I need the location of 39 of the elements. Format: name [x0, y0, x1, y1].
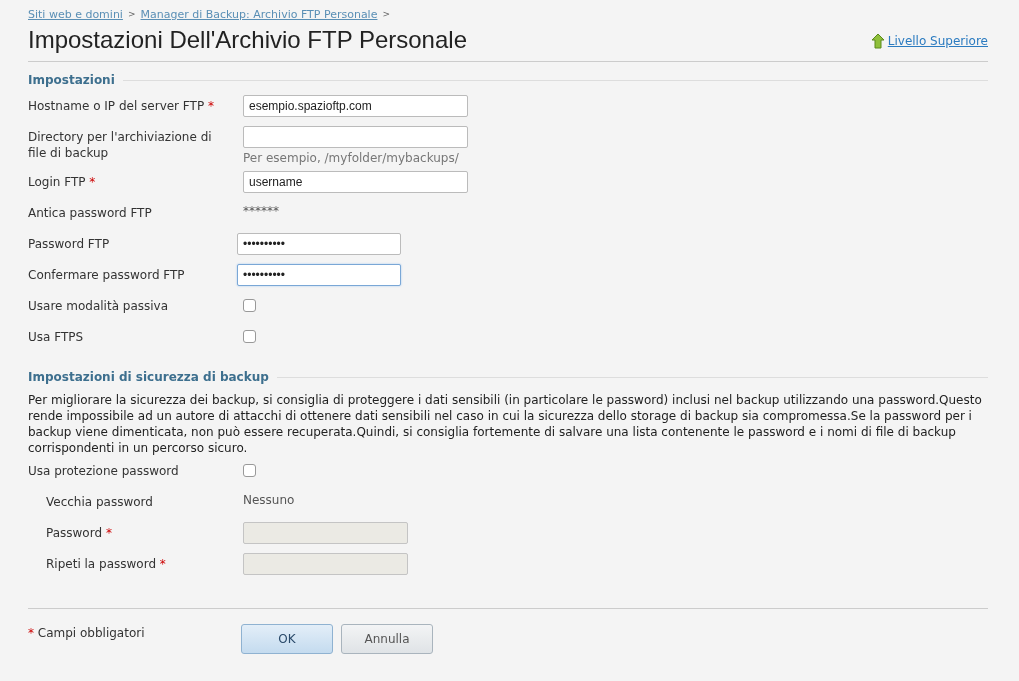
input-field[interactable]: esempio.spazioftp.com [243, 95, 468, 117]
section-title: Impostazioni di sicurezza di backup [28, 370, 269, 384]
input-field[interactable] [243, 126, 468, 148]
password-field[interactable]: •••••••••• [237, 233, 401, 255]
up-arrow-icon [870, 33, 885, 49]
required-note: Campi obbligatori [36, 626, 145, 640]
ok-button[interactable]: OK [241, 624, 333, 654]
field-label: Vecchia password [46, 495, 153, 509]
page-title: Impostazioni Dell'Archivio FTP Personale [28, 25, 467, 55]
field-label: Usare modalità passiva [28, 299, 169, 313]
required-mark: * [206, 99, 214, 113]
hint-text: Per esempio, /myfolder/mybackups/ [243, 151, 460, 165]
field-label: Password FTP [28, 237, 110, 251]
field-label: Usa FTPS [28, 330, 84, 344]
field-label: Confermare password FTP [28, 268, 185, 282]
required-mark: * [104, 526, 112, 540]
field-label: Antica password FTP [28, 206, 152, 220]
breadcrumb-separator: > [382, 9, 390, 19]
description-text: Per migliorare la sicurezza dei backup, si consiglia di proteggere i dati sensibili (in particolare le password) inclusi nel backup utilizzando una password.Questo rende impossibile ad un autore di attacchi di ottenere dati sensibili nel caso in cui la sicurezza dello storage di backup sia compromessa.Se la password per i backup viene dimenticata, non può essere recuperata.Quindi, si consiglia fortemente di salvare una lista contenente le password e i nomi di file di backup corrispondenti in un percorso sicuro. [28, 392, 983, 456]
field-value: ****** [243, 204, 279, 218]
field-label: Ripeti la password [46, 557, 156, 571]
up-level-link[interactable]: Livello Superiore [870, 33, 988, 49]
password-field[interactable]: •••••••••• [237, 264, 401, 286]
checkbox[interactable] [243, 299, 256, 312]
required-mark: * [28, 626, 34, 640]
cancel-button[interactable]: Annulla [341, 624, 433, 654]
field-label: Login FTP [28, 175, 86, 189]
field-label: Password [46, 526, 103, 540]
required-mark: * [158, 557, 166, 571]
field-label: Hostname o IP del server FTP [28, 99, 205, 113]
field-label: Usa protezione password [28, 464, 179, 478]
field-label: Directory per l'archiviazione di file di backup [28, 130, 212, 160]
breadcrumb-separator: > [127, 9, 136, 19]
input-field[interactable]: username [243, 171, 468, 193]
checkbox[interactable] [243, 330, 256, 343]
required-mark: * [88, 175, 96, 189]
field-value: Nessuno [243, 493, 295, 507]
section-title: Impostazioni [28, 73, 115, 87]
checkbox[interactable] [243, 464, 256, 477]
